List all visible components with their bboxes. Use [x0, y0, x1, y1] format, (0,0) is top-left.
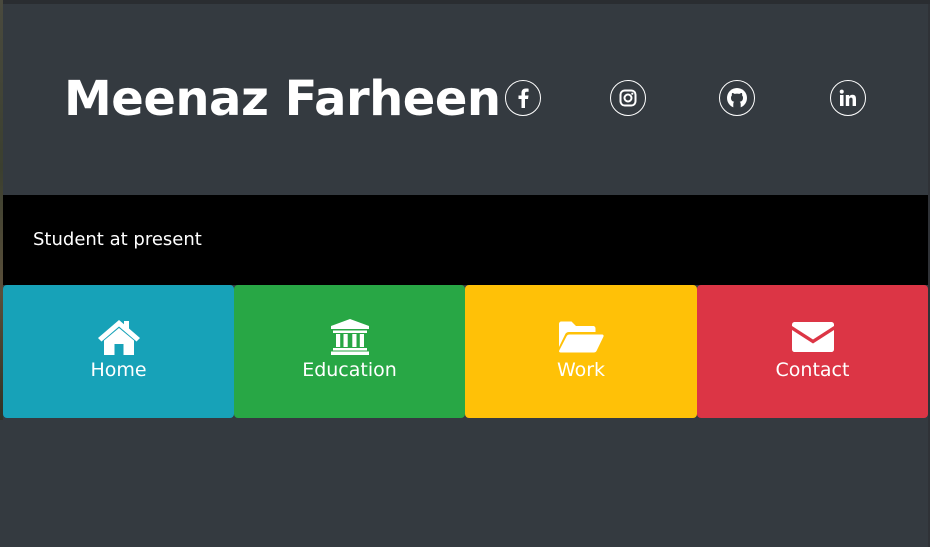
header: Meenaz Farheen: [3, 4, 928, 195]
github-icon: [727, 88, 747, 108]
page-title: Meenaz Farheen: [64, 71, 501, 127]
nav-tile-label: Home: [90, 359, 147, 381]
tagline-bar: Student at present: [3, 195, 928, 285]
facebook-icon: [518, 88, 529, 108]
nav-tile-work[interactable]: Work: [465, 285, 697, 418]
nav-tile-label: Contact: [775, 359, 850, 381]
folder-open-icon: [557, 317, 605, 357]
nav-tile-education[interactable]: Education: [234, 285, 465, 418]
tagline-text: Student at present: [33, 229, 202, 250]
nav-tile-contact[interactable]: Contact: [697, 285, 928, 418]
envelope-icon: [789, 317, 837, 357]
instagram-link[interactable]: [610, 80, 646, 116]
university-icon: [326, 317, 374, 357]
instagram-icon: [619, 89, 637, 107]
nav-tile-home[interactable]: Home: [3, 285, 234, 418]
page: Meenaz Farheen Student at present Home E…: [0, 0, 930, 547]
linkedin-icon: [839, 89, 856, 106]
nav-tile-label: Education: [302, 359, 397, 381]
nav-tiles: Home Education Work Contact: [3, 285, 928, 418]
home-icon: [95, 317, 143, 357]
linkedin-link[interactable]: [830, 80, 866, 116]
facebook-link[interactable]: [505, 80, 541, 116]
github-link[interactable]: [719, 80, 755, 116]
nav-tile-label: Work: [556, 359, 606, 381]
